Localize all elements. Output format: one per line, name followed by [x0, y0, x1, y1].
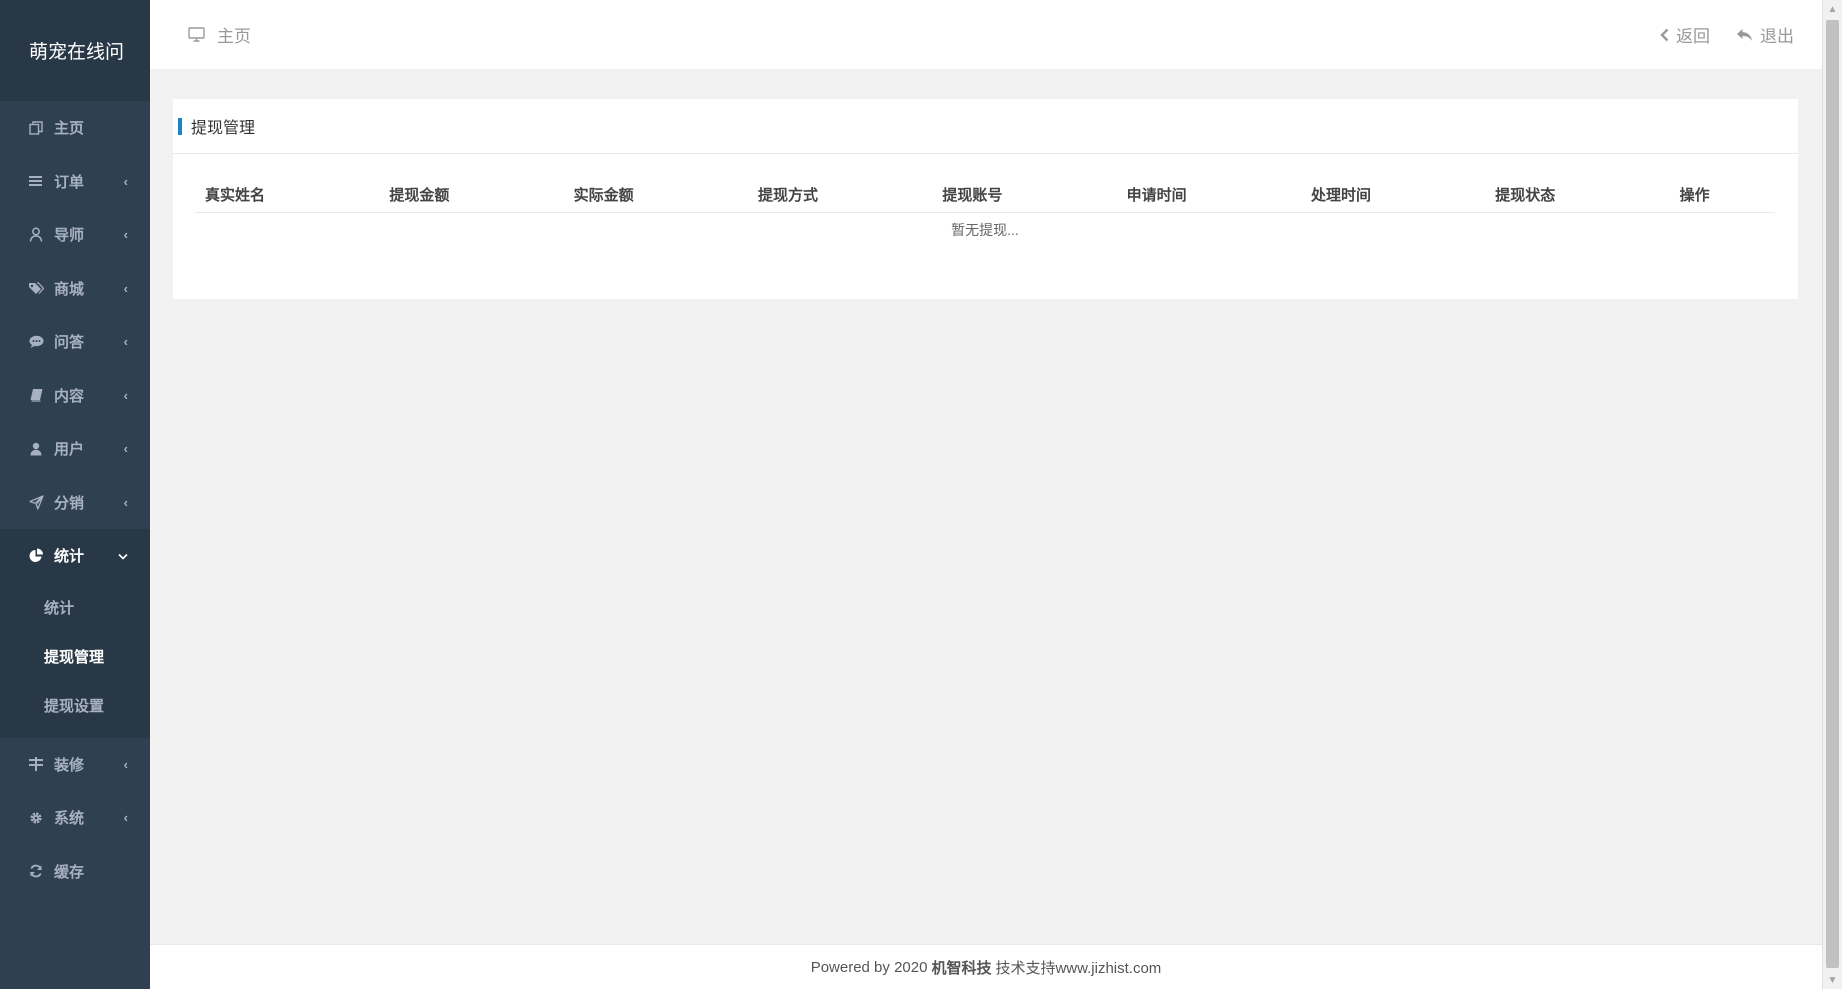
footer-company: 机智科技	[931, 959, 992, 977]
submenu-item-statistics[interactable]: 统计	[0, 583, 150, 632]
chevron-left-icon: ‹	[123, 227, 128, 243]
table-header-row: 真实姓名 提现金额 实际金额 提现方式 提现账号 申请时间 处理时间 提现状态 …	[195, 178, 1775, 213]
chevron-left-icon: ‹	[123, 810, 128, 826]
sidebar-item-content[interactable]: 内容 ‹	[0, 369, 150, 423]
column-header: 提现状态	[1485, 178, 1670, 213]
breadcrumb[interactable]: 主页	[188, 22, 251, 47]
back-label: 返回	[1676, 27, 1710, 46]
pie-chart-icon	[28, 548, 44, 564]
sidebar-item-label: 分销	[54, 494, 85, 512]
sidebar-item-label: 统计	[54, 548, 85, 566]
sidebar-item-label: 问答	[54, 334, 85, 352]
comment-icon	[28, 334, 44, 350]
sidebar-item-label: 系统	[54, 810, 85, 828]
top-actions: 返回 退出	[1634, 22, 1794, 47]
table-row: 暂无提现...	[195, 212, 1775, 248]
chevron-left-icon	[1660, 28, 1669, 42]
sidebar-item-mentors[interactable]: 导师 ‹	[0, 208, 150, 262]
gear-icon	[28, 810, 44, 826]
back-button[interactable]: 返回	[1660, 22, 1710, 47]
sidebar-item-label: 内容	[54, 387, 85, 405]
user-outline-icon	[28, 227, 44, 243]
footer: Powered by 2020 机智科技 技术支持www.jizhist.com	[150, 944, 1822, 989]
column-header: 提现金额	[379, 178, 564, 213]
sidebar-item-label: 用户	[54, 441, 85, 459]
sidebar-item-label: 商城	[54, 280, 85, 298]
column-header: 真实姓名	[195, 178, 380, 213]
scroll-down-icon[interactable]: ▼	[1823, 971, 1842, 989]
chevron-left-icon: ‹	[123, 441, 128, 457]
submenu-item-withdrawal-settings[interactable]: 提现设置	[0, 681, 150, 730]
sidebar-item-mall[interactable]: 商城 ‹	[0, 262, 150, 316]
sidebar-item-statistics[interactable]: 统计	[0, 529, 150, 583]
footer-suffix: 技术支持www.jizhist.com	[995, 959, 1162, 977]
sidebar-item-cache[interactable]: 缓存	[0, 845, 150, 899]
copy-icon	[28, 120, 44, 136]
chevron-left-icon: ‹	[123, 756, 128, 772]
chevron-down-icon	[118, 548, 128, 563]
vertical-scrollbar[interactable]: ▲ ▼	[1822, 0, 1842, 989]
sliders-icon	[28, 756, 44, 772]
sidebar-item-qa[interactable]: 问答 ‹	[0, 315, 150, 369]
brand-title: 萌宠在线问	[0, 0, 150, 101]
chevron-left-icon: ‹	[123, 494, 128, 510]
panel-title: 提现管理	[191, 120, 256, 137]
panel-header: 提现管理	[173, 99, 1798, 154]
book-icon	[28, 387, 44, 403]
sidebar-item-users[interactable]: 用户 ‹	[0, 422, 150, 476]
sidebar-item-orders[interactable]: 订单 ‹	[0, 155, 150, 209]
bars-icon	[28, 173, 44, 189]
sidebar: 萌宠在线问 主页 订单 ‹ 导师 ‹ 商城 ‹ 问答 ‹ 内容 ‹ 用户 ‹ 分…	[0, 0, 150, 989]
footer-prefix: Powered by 2020	[810, 958, 928, 976]
column-header: 操作	[1669, 178, 1775, 213]
sidebar-item-label: 缓存	[54, 863, 85, 881]
sidebar-item-system[interactable]: 系统 ‹	[0, 791, 150, 845]
paper-plane-icon	[28, 494, 44, 510]
chevron-left-icon: ‹	[123, 387, 128, 403]
sidebar-item-label: 订单	[54, 173, 85, 191]
statistics-submenu: 统计 提现管理 提现设置	[0, 582, 150, 738]
sidebar-item-label: 导师	[54, 227, 85, 245]
chevron-left-icon: ‹	[123, 334, 128, 350]
column-header: 申请时间	[1116, 178, 1301, 213]
scroll-up-icon[interactable]: ▲	[1823, 0, 1842, 18]
logout-label: 退出	[1760, 27, 1794, 46]
sidebar-item-label: 主页	[54, 120, 85, 138]
sidebar-item-home[interactable]: 主页	[0, 101, 150, 155]
chevron-left-icon: ‹	[123, 280, 128, 296]
column-header: 提现账号	[932, 178, 1117, 213]
tags-icon	[28, 280, 44, 296]
submenu-item-withdrawal-management[interactable]: 提现管理	[0, 632, 150, 681]
monitor-icon	[188, 27, 205, 42]
scrollbar-thumb[interactable]	[1826, 20, 1839, 968]
sidebar-item-label: 装修	[54, 756, 85, 774]
withdrawal-table: 真实姓名 提现金额 实际金额 提现方式 提现账号 申请时间 处理时间 提现状态 …	[195, 178, 1775, 248]
breadcrumb-label: 主页	[217, 27, 251, 46]
chevron-left-icon: ‹	[123, 173, 128, 189]
sidebar-item-distribution[interactable]: 分销 ‹	[0, 476, 150, 530]
sidebar-item-decoration[interactable]: 装修 ‹	[0, 738, 150, 792]
column-header: 实际金额	[563, 178, 748, 213]
withdrawal-panel: 提现管理 真实姓名 提现金额 实际金额 提现方式 提现账号 申请时间 处理时间 …	[173, 99, 1798, 299]
logout-button[interactable]: 退出	[1736, 22, 1794, 47]
top-bar: 主页 返回 退出	[150, 0, 1822, 69]
refresh-icon	[28, 863, 44, 879]
title-accent-bar	[178, 117, 182, 135]
column-header: 提现方式	[747, 178, 933, 213]
column-header: 处理时间	[1300, 178, 1486, 213]
reply-icon	[1736, 28, 1753, 42]
user-icon	[28, 441, 44, 457]
empty-state-text: 暂无提现...	[951, 222, 1019, 239]
